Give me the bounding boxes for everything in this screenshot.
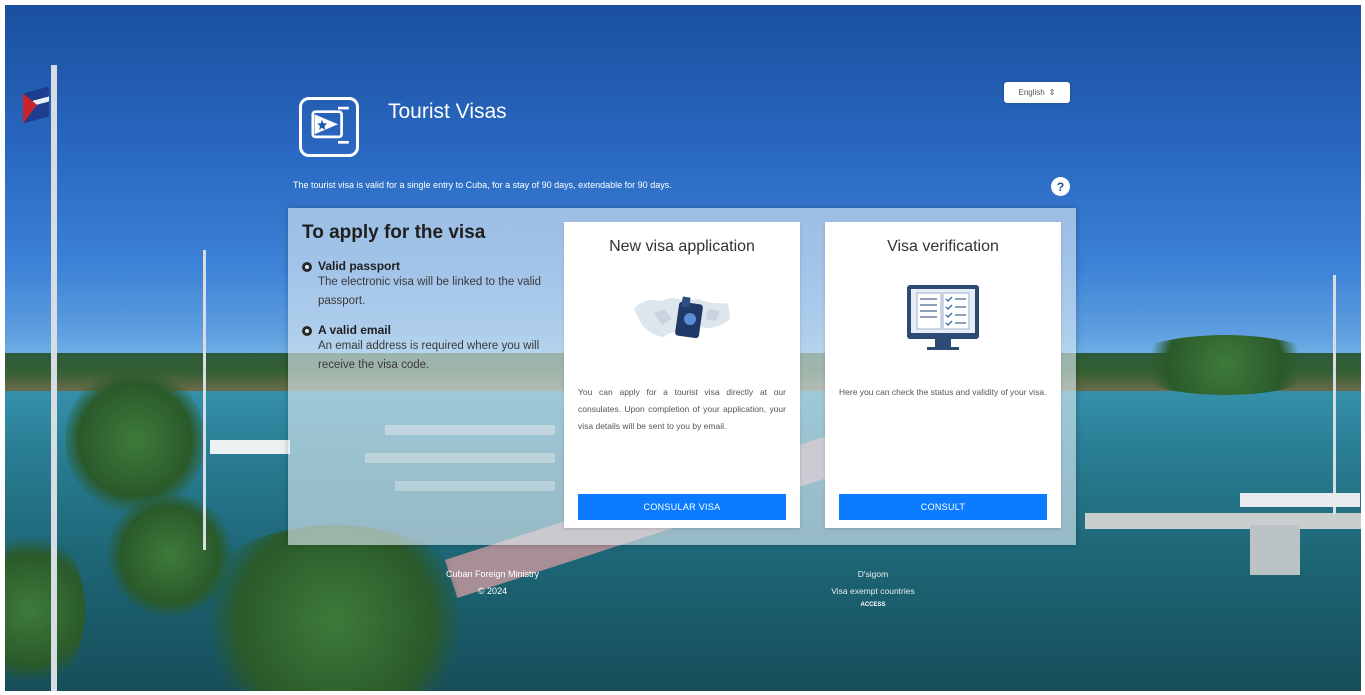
language-select[interactable]: English ⇕ [1004,82,1070,103]
passport-map-icon [624,279,740,355]
card-description: You can apply for a tourist visa directl… [578,387,786,431]
language-selected-label: English [1018,88,1045,97]
visa-verification-card: Visa verification Here you can check the… [825,222,1061,528]
consult-button[interactable]: CONSULT [839,494,1047,520]
page-title: Tourist Visas [388,100,507,123]
consular-visa-button[interactable]: CONSULAR VISA [578,494,786,520]
card-title: New visa application [609,238,755,255]
footer-links: D'sigom Visa exempt countries ACCESS [808,566,938,610]
monitor-checklist-icon [885,279,1001,355]
requirement-description: An email address is required where you w… [318,340,540,371]
flag-pole [51,65,57,691]
card-title: Visa verification [887,238,999,255]
requirement-title: A valid email [318,323,391,337]
requirement-passport: Valid passport The electronic visa will … [302,259,547,311]
help-icon[interactable]: ? [1051,177,1070,196]
bullet-icon [302,262,312,272]
requirement-email: A valid email An email address is requir… [302,323,547,375]
footer-access-link[interactable]: ACCESS [808,600,938,610]
footer-link-exempt-countries[interactable]: Visa exempt countries [808,583,938,600]
select-arrows-icon: ⇕ [1048,88,1056,97]
footer-org-name: Cuban Foreign Ministry [445,569,540,579]
requirement-title: Valid passport [318,259,401,273]
footer-link-dsigom[interactable]: D'sigom [808,566,938,583]
app-logo-icon [299,97,359,157]
requirements-heading: To apply for the visa [302,222,486,243]
new-visa-card: New visa application You can apply for a… [564,222,800,528]
footer-year: © 2024 [477,586,508,596]
footer-org: Cuban Foreign Ministry © 2024 [425,566,560,600]
cuban-flag-icon [23,86,49,124]
bullet-icon [302,326,312,336]
visa-description: The tourist visa is valid for a single e… [293,180,672,190]
card-description: Here you can check the status and validi… [839,387,1047,397]
requirement-description: The electronic visa will be linked to th… [318,276,542,307]
requirements-section: To apply for the visa Valid passport The… [302,222,547,387]
